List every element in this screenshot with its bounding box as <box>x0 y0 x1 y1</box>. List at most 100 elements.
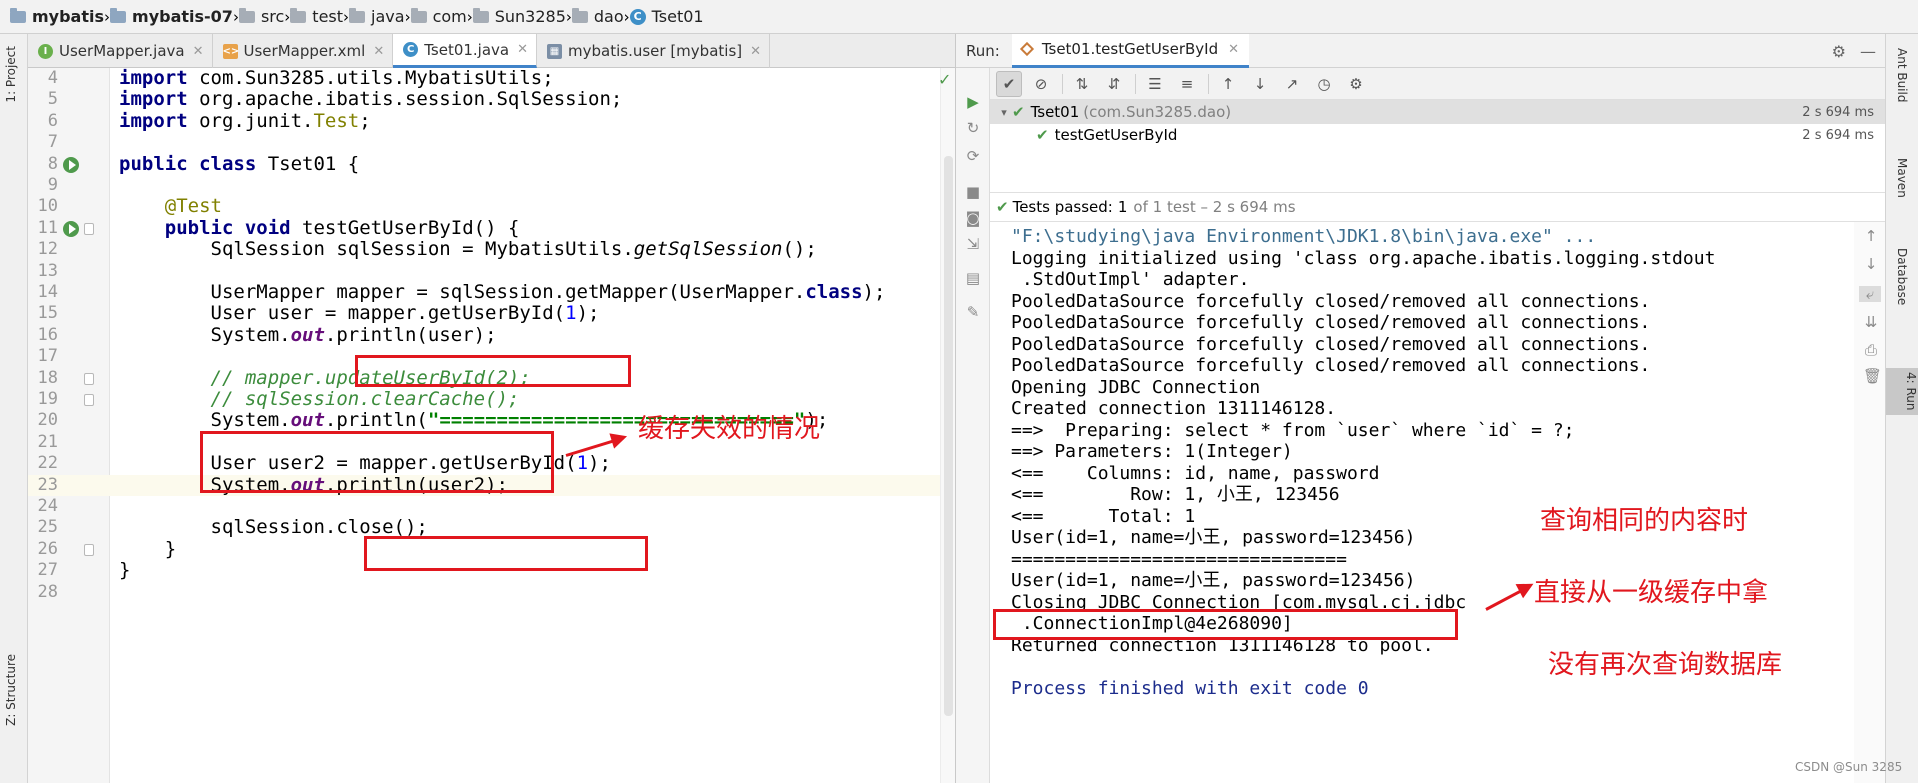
breadcrumb-item-java[interactable]: java <box>349 7 405 26</box>
expand-all-icon[interactable]: ☰ <box>1142 71 1168 97</box>
test-method-node[interactable]: ✔ testGetUserById 2 s 694 ms <box>990 123 1886 147</box>
run-header: Run: Tset01.testGetUserById ✕ ⚙ — <box>956 33 1886 68</box>
code-line[interactable]: 8 public class Tset01 { <box>28 153 955 175</box>
code-line[interactable]: 7 <box>28 132 955 153</box>
editor-tab-label: Tset01.java <box>424 40 510 59</box>
console-line: User(id=1, name=小王, password=123456) <box>1011 527 1416 548</box>
run-test-gutter-icon[interactable] <box>63 220 79 237</box>
code-line[interactable]: 9 <box>28 175 955 196</box>
camera-icon[interactable]: ◙ <box>965 210 981 226</box>
tests-passed-label: Tests passed: <box>1012 198 1113 216</box>
fold-marker-icon[interactable] <box>84 543 94 556</box>
code-line[interactable]: 6 import org.junit.Test; <box>28 110 955 132</box>
line-number: 22 <box>37 453 58 474</box>
editor-tab[interactable]: <> UserMapper.xml ✕ <box>213 34 394 68</box>
code-line[interactable]: 4 import com.Sun3285.utils.MybatisUtils; <box>28 67 955 89</box>
stop-icon[interactable]: ■ <box>965 184 981 200</box>
close-icon[interactable]: ✕ <box>373 44 384 59</box>
code-line[interactable]: 14 UserMapper mapper = sqlSession.getMap… <box>28 281 955 303</box>
previous-failed-icon[interactable]: ↑ <box>1215 71 1241 97</box>
print-icon[interactable]: ⎙ <box>1863 342 1879 358</box>
annotation-no-db: 没有再次查询数据库 <box>1548 650 1783 680</box>
rerun-icon[interactable]: ▶ <box>965 94 981 110</box>
editor-tab[interactable]: C Tset01.java ✕ <box>393 34 538 68</box>
test-duration: 2 s 694 ms <box>1802 104 1874 120</box>
run-test-gutter-icon[interactable] <box>63 156 79 173</box>
close-icon[interactable]: ✕ <box>750 44 761 59</box>
editor-scrollbar[interactable] <box>940 68 955 783</box>
show-ignored-icon[interactable]: ⊘ <box>1028 71 1054 97</box>
scroll-up-icon[interactable]: ↑ <box>1863 228 1879 244</box>
breadcrumb-item-mybatis-07[interactable]: mybatis-07 <box>110 7 233 26</box>
toggle-auto-test-icon[interactable]: ⟳ <box>965 148 981 164</box>
scroll-to-end-icon[interactable]: ⇊ <box>1863 314 1879 330</box>
rerun-failed-icon[interactable]: ↻ <box>965 120 981 136</box>
code-line[interactable]: 16 System.out.println(user); <box>28 324 955 346</box>
scroll-down-icon[interactable]: ↓ <box>1863 256 1879 272</box>
layout-icon[interactable]: ▤ <box>965 270 981 286</box>
code-line[interactable]: 12 SqlSession sqlSession = MybatisUtils.… <box>28 238 955 260</box>
history-icon[interactable]: ◷ <box>1311 71 1337 97</box>
breadcrumb-item-com[interactable]: com <box>410 7 467 26</box>
code-line[interactable]: 5 import org.apache.ibatis.session.SqlSes… <box>28 88 955 110</box>
pin-icon[interactable]: ✎ <box>965 304 981 320</box>
database-tool-button[interactable]: Database <box>1895 248 1909 305</box>
close-icon[interactable]: ✕ <box>517 42 528 57</box>
minimize-icon[interactable]: — <box>1860 42 1876 61</box>
code-line[interactable]: 13 <box>28 261 955 282</box>
editor-scroll-thumb[interactable] <box>944 156 953 716</box>
breadcrumb-item-dao[interactable]: dao <box>571 7 624 26</box>
fold-marker-icon[interactable] <box>84 372 94 385</box>
breadcrumb-item-sun3285[interactable]: Sun3285 <box>472 7 566 26</box>
soft-wrap-icon[interactable]: ⤶ <box>1859 286 1881 302</box>
console-line: =============================== <box>1011 548 1347 570</box>
test-class-node[interactable]: ▾ ✔ Tset01 (com.Sun3285.dao) 2 s 694 ms <box>990 100 1886 124</box>
next-failed-icon[interactable]: ↓ <box>1247 71 1273 97</box>
close-icon[interactable]: ✕ <box>193 44 204 59</box>
fold-marker-icon[interactable] <box>84 394 94 406</box>
code-line[interactable]: 11 public void testGetUserById() { <box>28 217 955 239</box>
import-tests-icon[interactable]: ⇲ <box>965 236 981 252</box>
pass-check-icon: ✔ <box>996 198 1009 216</box>
code-line[interactable]: 28 <box>28 582 955 603</box>
run-side-toolbar: ▶ ↻ ⟳ ■ ◙ ⇲ ▤ ✎ <box>956 68 990 783</box>
editor-tab[interactable]: I UserMapper.java ✕ <box>28 34 213 68</box>
folder-icon <box>10 7 26 23</box>
editor-tab-bar: I UserMapper.java ✕ <> UserMapper.xml ✕ C Tset0… <box>28 34 955 68</box>
breadcrumb-item-mybatis[interactable]: mybatis <box>10 7 104 26</box>
run-config-tab[interactable]: Tset01.testGetUserById ✕ <box>1011 33 1250 68</box>
folder-icon <box>410 7 427 23</box>
sort-alpha-icon[interactable]: ⇅ <box>1069 71 1095 97</box>
line-number: 7 <box>47 132 58 153</box>
breadcrumb-item-tset01[interactable]: C Tset01 <box>629 7 704 26</box>
breadcrumb-item-test[interactable]: test <box>290 7 343 26</box>
inspection-ok-icon[interactable]: ✓ <box>938 70 951 89</box>
editor-tab[interactable]: ▦ mybatis.user [mybatis] ✕ <box>537 34 771 68</box>
maven-tool-button[interactable]: Maven <box>1895 158 1909 198</box>
sort-duration-icon[interactable]: ⇵ <box>1101 71 1127 97</box>
test-settings-icon[interactable]: ⚙ <box>1343 71 1369 97</box>
fold-marker-icon[interactable] <box>84 222 94 235</box>
export-icon[interactable]: ↗ <box>1279 71 1305 97</box>
close-icon[interactable]: ✕ <box>1228 42 1239 57</box>
code-line[interactable]: 10 @Test <box>28 196 955 217</box>
console-toolbar: ↑ ↓ ⤶ ⇊ ⎙ 🗑 <box>1854 222 1886 783</box>
code-line[interactable]: 15 User user = mapper.getUserById(1); <box>28 302 955 324</box>
settings-gear-icon[interactable]: ⚙ <box>1832 42 1846 61</box>
collapse-all-icon[interactable]: ≡ <box>1174 71 1200 97</box>
editor-tab-label: UserMapper.xml <box>243 42 366 60</box>
line-number: 18 <box>37 367 58 388</box>
annotation-from-cache: 直接从一级缓存中拿 <box>1534 578 1769 608</box>
code-line[interactable]: 24 <box>28 496 955 517</box>
structure-tool-window-button[interactable]: Z: Structure <box>4 654 18 726</box>
breadcrumb-item-src[interactable]: src <box>238 7 284 26</box>
project-tool-window-button[interactable]: 1: Project <box>4 46 18 103</box>
console-line: User(id=1, name=小王, password=123456) <box>1011 570 1416 591</box>
annotation-same-query: 查询相同的内容时 <box>1540 506 1749 536</box>
line-number: 25 <box>37 517 58 538</box>
run-tool-button[interactable]: 4: Run <box>1886 368 1918 415</box>
chevron-down-icon[interactable]: ▾ <box>996 106 1012 119</box>
ant-build-tool-button[interactable]: Ant Build <box>1895 48 1909 102</box>
clear-all-icon[interactable]: 🗑 <box>1863 368 1882 384</box>
show-passed-icon[interactable]: ✔ <box>996 70 1022 97</box>
